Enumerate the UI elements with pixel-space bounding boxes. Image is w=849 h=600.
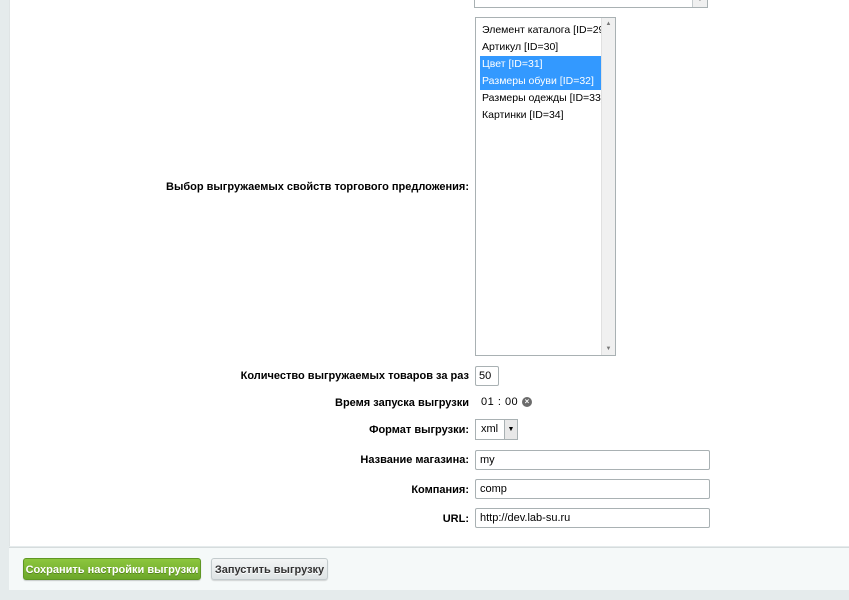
time-separator: :	[497, 396, 502, 408]
company-label: Компания:	[411, 484, 469, 496]
listbox-option[interactable]: Размеры обуви [ID=32]	[480, 73, 601, 90]
listbox-option[interactable]: Элемент каталога [ID=29]	[480, 22, 601, 39]
time-value: 01 : 00	[481, 394, 518, 411]
save-settings-button[interactable]: Сохранить настройки выгрузки	[23, 558, 201, 580]
url-label: URL:	[442, 513, 469, 525]
format-select-value: xml	[481, 423, 499, 435]
chevron-down-icon[interactable]: ▼	[692, 0, 707, 7]
count-input[interactable]: 50	[475, 366, 499, 386]
shop-name-input[interactable]: my	[475, 450, 710, 470]
listbox-option[interactable]: Размеры одежды [ID=33]	[480, 90, 601, 107]
url-input[interactable]: http://dev.lab-su.ru	[475, 508, 710, 528]
scroll-down-icon[interactable]: ▼	[602, 343, 615, 355]
previous-select-field[interactable]: ▼	[474, 0, 708, 8]
time-input[interactable]: 01 : 00 ×	[475, 394, 535, 411]
time-hours: 01	[481, 396, 495, 408]
time-minutes: 00	[504, 396, 519, 408]
chevron-down-icon[interactable]: ▼	[504, 420, 517, 439]
listbox-option[interactable]: Картинки [ID=34]	[480, 107, 601, 124]
clear-icon[interactable]: ×	[522, 397, 532, 407]
properties-multiselect[interactable]: Элемент каталога [ID=29] Артикул [ID=30] Ц…	[475, 17, 616, 356]
count-label: Количество выгружаемых товаров за раз	[240, 370, 469, 382]
format-select[interactable]: xml ▼	[475, 419, 518, 440]
scroll-up-icon[interactable]: ▲	[602, 18, 615, 30]
properties-select-label: Выбор выгружаемых свойств торгового пред…	[166, 181, 469, 193]
time-label: Время запуска выгрузки	[335, 397, 469, 409]
listbox-option[interactable]: Цвет [ID=31]	[480, 56, 601, 73]
listbox-scrollbar[interactable]: ▲ ▼	[601, 18, 615, 355]
shop-name-label: Название магазина:	[360, 454, 469, 466]
properties-options: Элемент каталога [ID=29] Артикул [ID=30] Ц…	[480, 22, 601, 124]
listbox-option[interactable]: Артикул [ID=30]	[480, 39, 601, 56]
run-export-button[interactable]: Запустить выгрузку	[211, 558, 328, 580]
company-input[interactable]: comp	[475, 479, 710, 499]
format-label: Формат выгрузки:	[369, 424, 469, 436]
